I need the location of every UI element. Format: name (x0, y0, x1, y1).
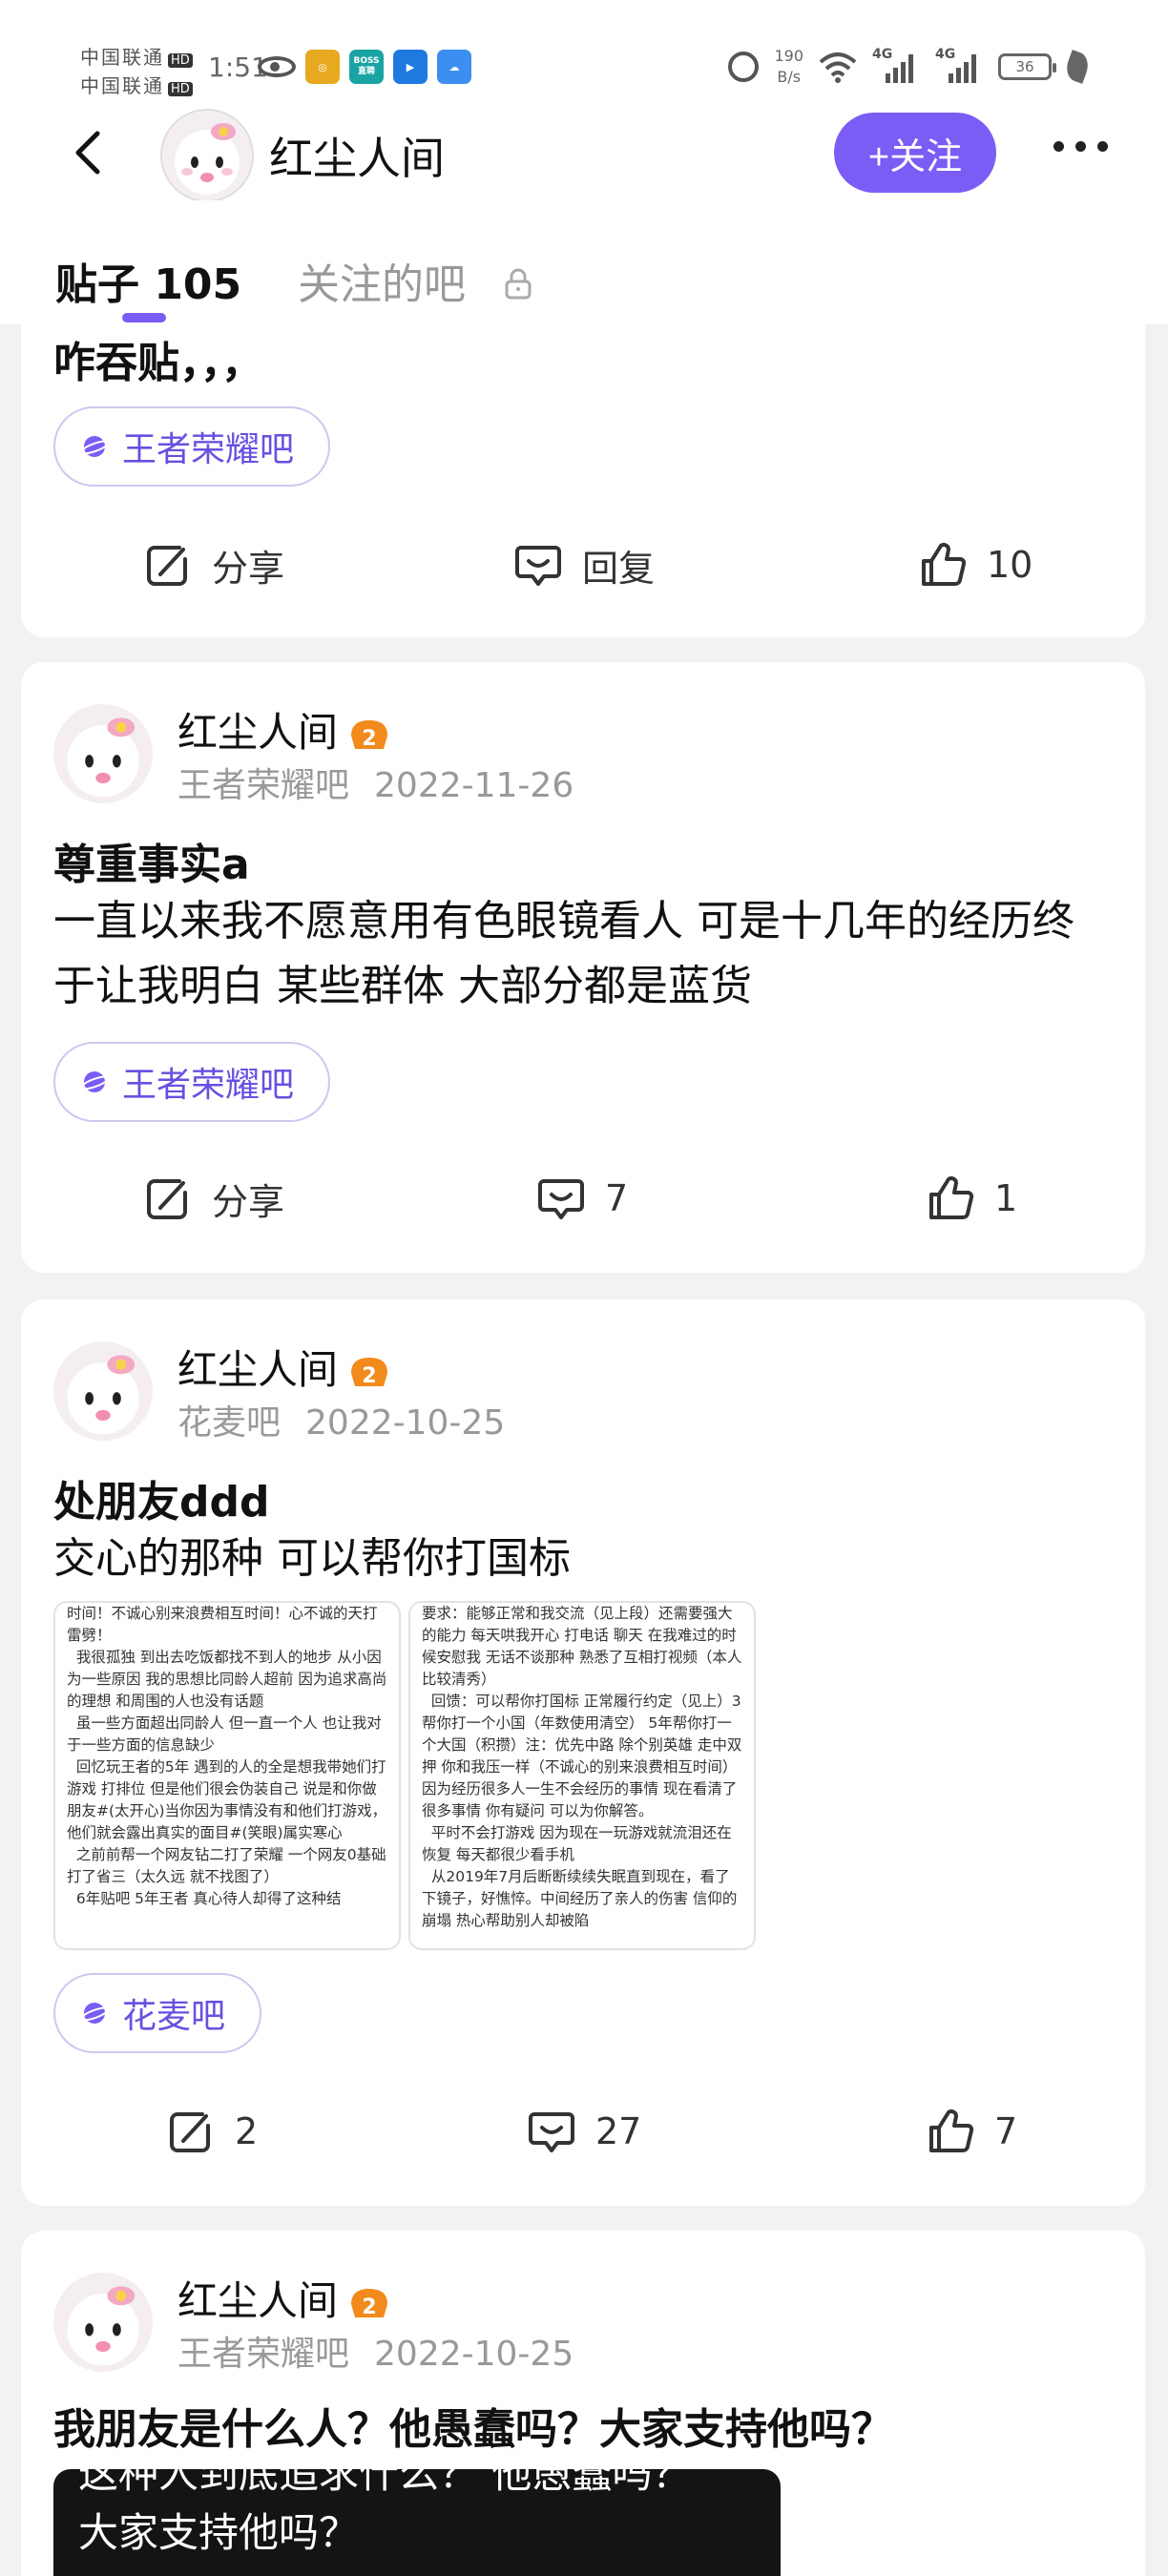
bar-tag[interactable]: 王者荣耀吧 (53, 1042, 331, 1122)
eye-icon (258, 56, 296, 77)
comment-icon (529, 2112, 574, 2152)
post-actions: 分享 7 1 (21, 1172, 1145, 1248)
net-speed: 190 B/s (774, 47, 803, 86)
boss-app-icon: BOSS直聘 (349, 50, 384, 84)
planet-icon (80, 1071, 109, 1092)
signal-icon: 4G (935, 47, 983, 83)
tv-app-icon: ▶ (393, 50, 428, 84)
share-icon (170, 2112, 210, 2152)
profile-header: 红尘人间 +关注 (0, 105, 1168, 202)
like-button[interactable]: 10 (916, 538, 1032, 592)
post-card[interactable]: 红尘人间 2 王者荣耀吧 2022-10-25 我朋友是什么人？他愚蠢吗？大家支持他… (21, 2231, 1145, 2576)
profile-tabs: 贴子 105 关注的吧 (0, 200, 1168, 324)
share-button[interactable]: 2 (164, 2105, 258, 2158)
profile-name: 红尘人间 (269, 133, 445, 184)
post-title: 我朋友是什么人？他愚蠢吗？大家支持他吗？ (53, 2405, 893, 2454)
post-meta: 王者荣耀吧 2022-10-25 (177, 2335, 574, 2374)
reply-button[interactable]: 7 (534, 1172, 628, 1225)
post-title: 处朋友ddd (53, 1478, 270, 1527)
carrier-label: 中国联通 HD (80, 42, 193, 70)
follow-button[interactable]: +关注 (834, 113, 996, 193)
author-name[interactable]: 红尘人间 2 (177, 1338, 391, 1396)
bar-tag-label: 王者荣耀吧 (122, 1066, 295, 1105)
game-level-badge-icon: 2 (351, 2288, 388, 2319)
post-card[interactable]: 红尘人间 2 王者荣耀吧 2022-11-26 尊重事实a 一直以来我不愿意用有色眼… (21, 662, 1145, 1273)
tab-posts[interactable]: 贴子 105 (55, 250, 241, 311)
reply-button[interactable]: 回复 (511, 538, 655, 592)
like-button[interactable]: 1 (924, 1172, 1017, 1225)
bar-tag[interactable]: 王者荣耀吧 (53, 406, 331, 487)
share-button[interactable]: 分享 (141, 538, 284, 592)
post-image[interactable]: 要求：能够正常和我交流（见上段）还需要强大的能力 每天哄我开心 打电话 聊天 在… (408, 1601, 756, 1950)
thumbs-up-icon (929, 2109, 974, 2152)
author-name[interactable]: 红尘人间 2 (177, 2269, 391, 2327)
planet-icon (80, 436, 109, 457)
post-actions: 2 27 7 (21, 2105, 1145, 2181)
planet-icon (80, 2003, 109, 2024)
bar-tag[interactable]: 花麦吧 (53, 1973, 262, 2053)
notification-icons: ◎ BOSS直聘 ▶ ☁ (258, 50, 471, 84)
post-meta: 王者荣耀吧 2022-11-26 (177, 766, 574, 805)
avatar[interactable] (160, 109, 254, 202)
alarm-icon (728, 52, 760, 82)
svg-text:2: 2 (362, 1364, 376, 1388)
post-card[interactable]: 咋吞贴，，， 王者荣耀吧 分享 回复 10 (21, 324, 1145, 637)
active-tab-indicator (122, 313, 166, 322)
game-level-badge-icon: 2 (351, 1357, 388, 1388)
cloud-app-icon: ☁ (437, 50, 471, 84)
carrier-label: 中国联通 HD (80, 71, 193, 98)
share-icon (147, 546, 187, 586)
post-actions: 分享 回复 10 (21, 538, 1145, 614)
thumbs-up-icon (922, 543, 967, 586)
app-icon: ◎ (305, 50, 340, 84)
post-body: 一直以来我不愿意用有色眼镜看人 可是十几年的经历终于让我明白 某些群体 大部分都… (53, 897, 1074, 1010)
svg-text:2: 2 (362, 727, 376, 751)
battery-icon: 36 (998, 53, 1056, 80)
status-right: 190 B/s 4G 4G 36 (728, 46, 1093, 88)
share-button[interactable]: 分享 (141, 1172, 284, 1225)
svg-text:2: 2 (362, 2296, 376, 2319)
game-level-badge-icon: 2 (351, 719, 388, 751)
tab-followed-bars[interactable]: 关注的吧 (298, 250, 466, 311)
post-meta: 花麦吧 2022-10-25 (177, 1403, 506, 1443)
signal-icon: 4G (872, 47, 920, 83)
eco-mode-icon (1062, 50, 1093, 84)
thumbs-up-icon (929, 1176, 974, 1219)
post-body: 交心的那种 可以帮你打国标 (53, 1534, 571, 1583)
post-card[interactable]: 红尘人间 2 花麦吧 2022-10-25 处朋友ddd 交心的那种 可以帮你打国标… (21, 1299, 1145, 2206)
author-name[interactable]: 红尘人间 2 (177, 700, 391, 758)
back-arrow-icon[interactable] (65, 126, 118, 179)
avatar[interactable] (53, 1341, 153, 1441)
comment-icon (538, 1179, 584, 1219)
bar-tag-label: 花麦吧 (122, 1997, 226, 2036)
post-image[interactable]: 时间！不诚心别来浪费相互时间！心不诚的天打雷劈！ 我很孤独 到出去吃饭都找不到人… (53, 1601, 401, 1950)
more-options-icon[interactable] (1053, 141, 1108, 152)
post-title: 尊重事实a (53, 841, 250, 889)
bar-tag-label: 王者荣耀吧 (122, 430, 295, 469)
share-icon (147, 1179, 187, 1219)
status-bar: 中国联通 HD 中国联通 HD 1:51 ◎ BOSS直聘 ▶ ☁ 190 B/s 4… (0, 0, 1168, 105)
lock-icon (505, 268, 532, 300)
post-image[interactable]: 这种人到底追求什么？ 他愚蠢吗？ 大家支持他吗？ (53, 2469, 781, 2576)
reply-button[interactable]: 27 (525, 2105, 641, 2158)
post-title: 咋吞贴，，， (53, 339, 263, 387)
comment-icon (515, 546, 561, 586)
like-button[interactable]: 7 (924, 2105, 1017, 2158)
avatar[interactable] (53, 2273, 153, 2372)
avatar[interactable] (53, 704, 153, 803)
wifi-icon (819, 52, 857, 83)
